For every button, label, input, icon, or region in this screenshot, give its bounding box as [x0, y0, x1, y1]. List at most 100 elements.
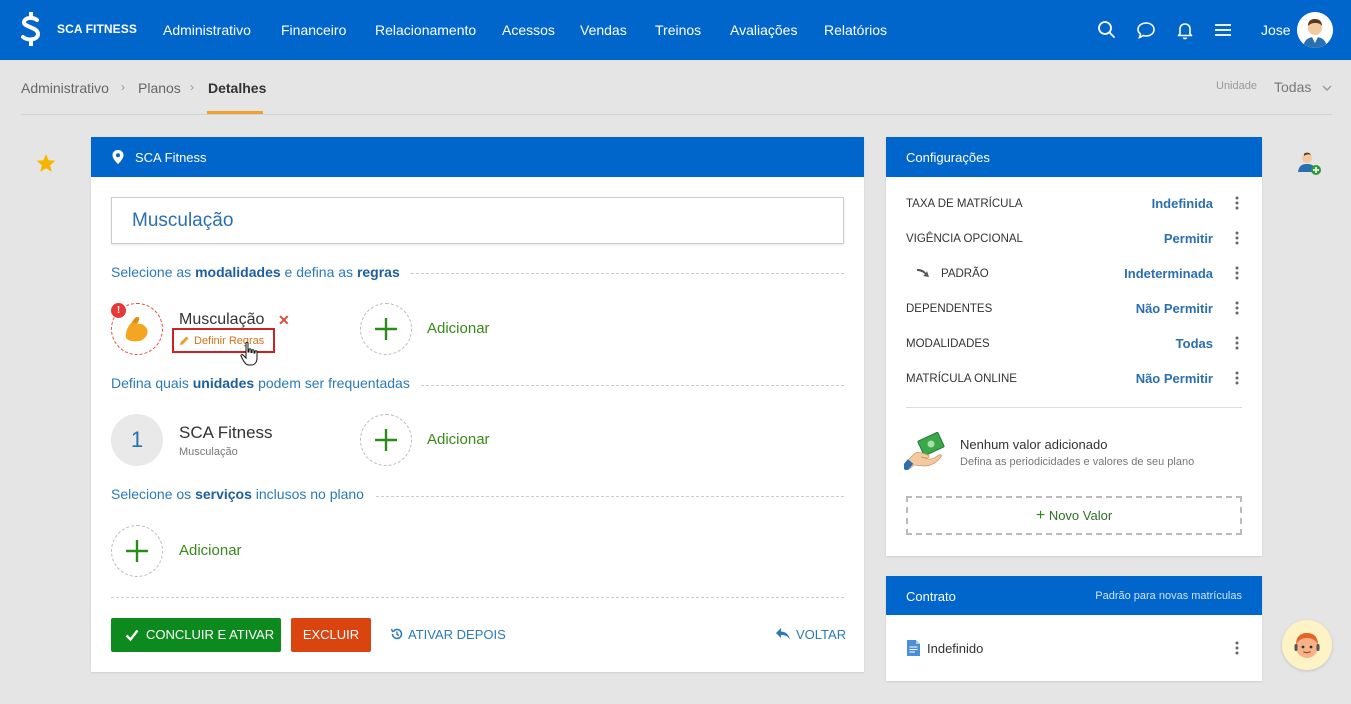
avatar[interactable] — [1297, 12, 1333, 48]
logo-icon[interactable] — [19, 12, 43, 46]
config-row-value[interactable]: Indefinida — [1152, 196, 1213, 211]
history-icon — [390, 628, 403, 640]
nav-item-relacionamento[interactable]: Relacionamento — [375, 22, 476, 38]
back-button[interactable]: VOLTAR — [775, 627, 846, 642]
section-title-services: Selecione os serviços inclusos no plano — [111, 486, 374, 502]
conclude-activate-button[interactable]: CONCLUIR E ATIVAR — [111, 618, 281, 652]
sub-arrow-icon — [917, 269, 929, 277]
star-icon[interactable] — [35, 152, 57, 174]
card-header: SCA Fitness — [91, 137, 864, 177]
kebab-menu-icon[interactable] — [1235, 301, 1239, 315]
plus-icon — [126, 540, 148, 562]
location-pin-icon — [112, 150, 124, 164]
bell-icon[interactable] — [1174, 19, 1196, 41]
nav-item-acessos[interactable]: Acessos — [502, 22, 555, 38]
divider — [21, 114, 1332, 115]
nav-item-vendas[interactable]: Vendas — [580, 22, 627, 38]
modality-name: Musculação — [179, 311, 265, 328]
plan-details-card: SCA Fitness Selecione as modalidades e d… — [91, 137, 864, 672]
divider — [906, 407, 1242, 408]
config-card: Configurações TAXA DE MATRÍCULA Indefini… — [886, 137, 1262, 556]
kebab-menu-icon[interactable] — [1235, 336, 1239, 350]
nav-item-administrativo[interactable]: Administrativo — [163, 22, 251, 38]
nav-item-financeiro[interactable]: Financeiro — [281, 22, 346, 38]
empty-state-subtitle: Defina as periodicidades e valores de se… — [960, 456, 1195, 468]
plus-icon — [375, 318, 397, 340]
brand-name: SCA FITNESS — [57, 22, 137, 36]
nav-item-treinos[interactable]: Treinos — [655, 22, 701, 38]
add-modality-label[interactable]: Adicionar — [427, 320, 490, 337]
new-value-label: Novo Valor — [1048, 508, 1113, 523]
config-row-label: MATRÍCULA ONLINE — [906, 373, 1017, 385]
nav-item-relatorios[interactable]: Relatórios — [824, 22, 887, 38]
empty-state-title: Nenhum valor adicionado — [960, 437, 1108, 452]
user-avatar-icon — [1297, 12, 1333, 48]
top-navbar: SCA FITNESS Administrativo Financeiro Re… — [0, 0, 1351, 60]
config-row-value[interactable]: Não Permitir — [1136, 371, 1213, 386]
hamburger-menu-icon[interactable] — [1212, 19, 1234, 41]
contract-card: Contrato Padrão para novas matrículas In… — [886, 576, 1262, 681]
reply-arrow-icon — [776, 628, 790, 640]
unit-filter-select[interactable]: Todas — [1274, 79, 1311, 95]
kebab-menu-icon[interactable] — [1235, 266, 1239, 280]
config-row-value[interactable]: Todas — [1176, 336, 1213, 351]
plan-name-input[interactable] — [111, 197, 844, 244]
remove-modality-icon[interactable]: ✕ — [278, 312, 290, 329]
add-service-label[interactable]: Adicionar — [179, 542, 242, 559]
contract-value[interactable]: Indefinido — [927, 641, 983, 656]
hand-cursor-icon — [240, 341, 258, 366]
unit-name: SCA Fitness — [179, 423, 273, 442]
back-label: VOLTAR — [796, 627, 847, 642]
assistant-chat-button[interactable] — [1282, 620, 1332, 670]
activate-later-button[interactable]: ATIVAR DEPOIS — [390, 627, 506, 642]
chevron-down-icon[interactable] — [1321, 82, 1333, 94]
add-unit-button[interactable] — [360, 414, 412, 466]
config-row-label: TAXA DE MATRÍCULA — [906, 198, 1023, 210]
card-location-title: SCA Fitness — [135, 150, 207, 165]
kebab-menu-icon[interactable] — [1235, 641, 1239, 655]
config-row-label: PADRÃO — [941, 268, 989, 280]
unit-number-badge: 1 — [111, 414, 163, 466]
chat-icon[interactable] — [1135, 19, 1157, 41]
contract-subtitle: Padrão para novas matrículas — [1095, 590, 1242, 602]
kebab-menu-icon[interactable] — [1235, 371, 1239, 385]
config-row-label: MODALIDADES — [906, 338, 990, 350]
new-value-button[interactable]: + Novo Valor — [906, 496, 1242, 535]
section-title-units: Defina quais unidades podem ser frequent… — [111, 375, 420, 391]
config-row-value[interactable]: Indeterminada — [1124, 266, 1213, 281]
breadcrumb-planos[interactable]: Planos — [138, 80, 181, 96]
conclude-activate-label: CONCLUIR E ATIVAR — [146, 627, 275, 642]
money-hand-icon — [904, 432, 945, 470]
unit-subtitle: Musculação — [179, 446, 238, 458]
alert-badge: ! — [111, 303, 126, 318]
config-title: Configurações — [906, 150, 990, 165]
add-user-icon[interactable] — [1296, 150, 1322, 176]
kebab-menu-icon[interactable] — [1235, 231, 1239, 245]
add-unit-label[interactable]: Adicionar — [427, 431, 490, 448]
check-icon — [125, 629, 139, 642]
document-icon — [907, 640, 920, 656]
config-row-value[interactable]: Não Permitir — [1136, 301, 1213, 316]
section-title-modalities: Selecione as modalidades e defina as reg… — [111, 264, 410, 280]
config-header: Configurações — [886, 137, 1262, 177]
search-icon[interactable] — [1096, 19, 1118, 41]
breadcrumb-chevron-icon: › — [121, 80, 125, 94]
plus-icon — [375, 429, 397, 451]
kebab-menu-icon[interactable] — [1235, 196, 1239, 210]
section-divider — [111, 597, 844, 598]
config-row-value[interactable]: Permitir — [1164, 231, 1213, 246]
config-row-label: VIGÊNCIA OPCIONAL — [906, 233, 1023, 245]
assistant-avatar-icon — [1294, 633, 1320, 658]
delete-button[interactable]: EXCLUIR — [291, 618, 371, 652]
user-name[interactable]: Jose — [1261, 22, 1291, 38]
pencil-icon — [180, 336, 189, 345]
contract-header: Contrato Padrão para novas matrículas — [886, 576, 1262, 615]
breadcrumb-chevron-icon: › — [190, 80, 194, 94]
nav-item-avaliacoes[interactable]: Avaliações — [730, 22, 797, 38]
add-service-button[interactable] — [111, 525, 163, 577]
add-modality-button[interactable] — [360, 303, 412, 355]
unit-filter-label: Unidade — [1216, 80, 1257, 92]
contract-title: Contrato — [906, 589, 956, 604]
breadcrumb-administrativo[interactable]: Administrativo — [21, 80, 109, 96]
plus-icon: + — [1035, 507, 1046, 524]
